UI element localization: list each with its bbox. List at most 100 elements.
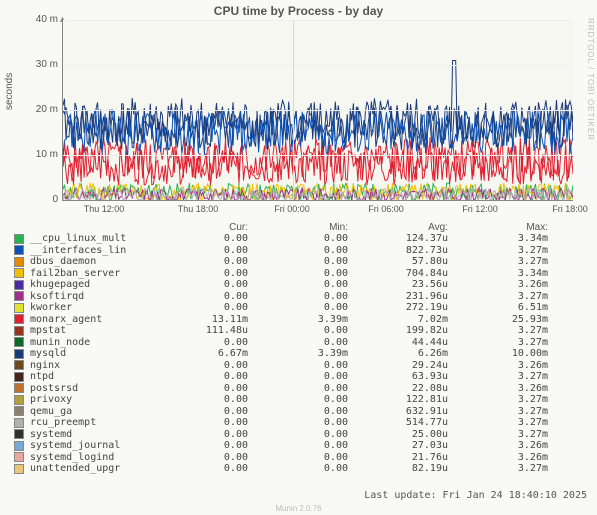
- avg-val: 122.81u: [362, 394, 462, 405]
- y-tick: 20 m: [30, 104, 58, 115]
- avg-val: 27.03u: [362, 440, 462, 451]
- min-val: 0.00: [262, 279, 362, 290]
- swatch-icon: [14, 372, 24, 382]
- avg-val: 57.80u: [362, 256, 462, 267]
- max-val: 3.27m: [462, 291, 562, 302]
- legend-row: mysqld6.67m3.39m6.26m10.00m: [14, 348, 584, 360]
- min-val: 0.00: [262, 371, 362, 382]
- series-name: __cpu_linux_mult: [26, 233, 162, 244]
- legend-col: Min:: [262, 222, 362, 233]
- min-val: 3.39m: [262, 348, 362, 359]
- legend-row: monarx_agent13.11m3.39m7.02m25.93m: [14, 314, 584, 326]
- legend-col: Cur:: [162, 222, 262, 233]
- max-val: 3.27m: [462, 337, 562, 348]
- series-name: systemd_logind: [26, 452, 162, 463]
- avg-val: 29.24u: [362, 360, 462, 371]
- max-val: 6.51m: [462, 302, 562, 313]
- avg-val: 822.73u: [362, 245, 462, 256]
- series-name: monarx_agent: [26, 314, 162, 325]
- avg-val: 199.82u: [362, 325, 462, 336]
- cur-val: 0.00: [162, 268, 262, 279]
- min-val: 0.00: [262, 429, 362, 440]
- series-name: dbus_daemon: [26, 256, 162, 267]
- avg-val: 632.91u: [362, 406, 462, 417]
- chart-title: CPU time by Process - by day: [0, 4, 597, 18]
- plot-area: [62, 20, 573, 201]
- cur-val: 0.00: [162, 337, 262, 348]
- x-tick: Fri 18:00: [552, 204, 588, 214]
- max-val: 3.26m: [462, 440, 562, 451]
- legend-col: Avg:: [362, 222, 462, 233]
- avg-val: 25.00u: [362, 429, 462, 440]
- avg-val: 704.84u: [362, 268, 462, 279]
- x-tick: Fri 06:00: [368, 204, 404, 214]
- cur-val: 0.00: [162, 360, 262, 371]
- swatch-icon: [14, 303, 24, 313]
- y-tick: 40 m: [30, 14, 58, 25]
- cur-val: 13.11m: [162, 314, 262, 325]
- min-val: 0.00: [262, 406, 362, 417]
- max-val: 3.34m: [462, 233, 562, 244]
- avg-val: 514.77u: [362, 417, 462, 428]
- swatch-icon: [14, 383, 24, 393]
- legend-row: privoxy0.000.00122.81u3.27m: [14, 394, 584, 406]
- swatch-icon: [14, 326, 24, 336]
- swatch-icon: [14, 257, 24, 267]
- series-name: mysqld: [26, 348, 162, 359]
- legend-header: Cur: Min: Avg: Max:: [14, 222, 584, 233]
- swatch-icon: [14, 429, 24, 439]
- series-name: privoxy: [26, 394, 162, 405]
- min-val: 0.00: [262, 233, 362, 244]
- min-val: 0.00: [262, 302, 362, 313]
- avg-val: 23.56u: [362, 279, 462, 290]
- max-val: 3.27m: [462, 371, 562, 382]
- min-val: 0.00: [262, 245, 362, 256]
- legend-row: munin_node0.000.0044.44u3.27m: [14, 337, 584, 349]
- series-name: qemu_ga: [26, 406, 162, 417]
- swatch-icon: [14, 280, 24, 290]
- max-val: 3.27m: [462, 256, 562, 267]
- legend-row: postsrsd0.000.0022.08u3.26m: [14, 383, 584, 395]
- avg-val: 44.44u: [362, 337, 462, 348]
- cur-val: 0.00: [162, 233, 262, 244]
- swatch-icon: [14, 360, 24, 370]
- cur-val: 0.00: [162, 279, 262, 290]
- x-tick: Fri 00:00: [274, 204, 310, 214]
- cur-val: 0.00: [162, 256, 262, 267]
- legend-row: dbus_daemon0.000.0057.80u3.27m: [14, 256, 584, 268]
- min-val: 0.00: [262, 337, 362, 348]
- min-val: 0.00: [262, 394, 362, 405]
- x-tick: Fri 12:00: [462, 204, 498, 214]
- legend-row: systemd_logind0.000.0021.76u3.26m: [14, 452, 584, 464]
- y-tick: 0: [30, 194, 58, 205]
- last-update: Last update: Fri Jan 24 18:40:10 2025: [364, 490, 587, 501]
- min-val: 0.00: [262, 440, 362, 451]
- legend-row: khugepaged0.000.0023.56u3.26m: [14, 279, 584, 291]
- max-val: 3.27m: [462, 429, 562, 440]
- min-val: 0.00: [262, 256, 362, 267]
- legend-row: systemd_journal0.000.0027.03u3.26m: [14, 440, 584, 452]
- x-tick: Thu 18:00: [178, 204, 219, 214]
- series-name: nginx: [26, 360, 162, 371]
- avg-val: 63.93u: [362, 371, 462, 382]
- avg-val: 82.19u: [362, 463, 462, 474]
- cur-val: 0.00: [162, 406, 262, 417]
- series-name: unattended_upgr: [26, 463, 162, 474]
- legend-row: fail2ban_server0.000.00704.84u3.34m: [14, 268, 584, 280]
- swatch-icon: [14, 245, 24, 255]
- legend-row: mpstat111.48u0.00199.82u3.27m: [14, 325, 584, 337]
- series-name: __interfaces_lin: [26, 245, 162, 256]
- swatch-icon: [14, 395, 24, 405]
- max-val: 3.27m: [462, 325, 562, 336]
- cur-val: 0.00: [162, 394, 262, 405]
- avg-val: 21.76u: [362, 452, 462, 463]
- max-val: 3.26m: [462, 360, 562, 371]
- legend-row: systemd0.000.0025.00u3.27m: [14, 429, 584, 441]
- series-name: khugepaged: [26, 279, 162, 290]
- min-val: 0.00: [262, 463, 362, 474]
- legend-row: ksoftirqd0.000.00231.96u3.27m: [14, 291, 584, 303]
- max-val: 25.93m: [462, 314, 562, 325]
- max-val: 3.26m: [462, 383, 562, 394]
- watermark: RRDTOOL / TOBI OETIKER: [586, 18, 595, 141]
- footer: Munin 2.0.76: [0, 504, 597, 513]
